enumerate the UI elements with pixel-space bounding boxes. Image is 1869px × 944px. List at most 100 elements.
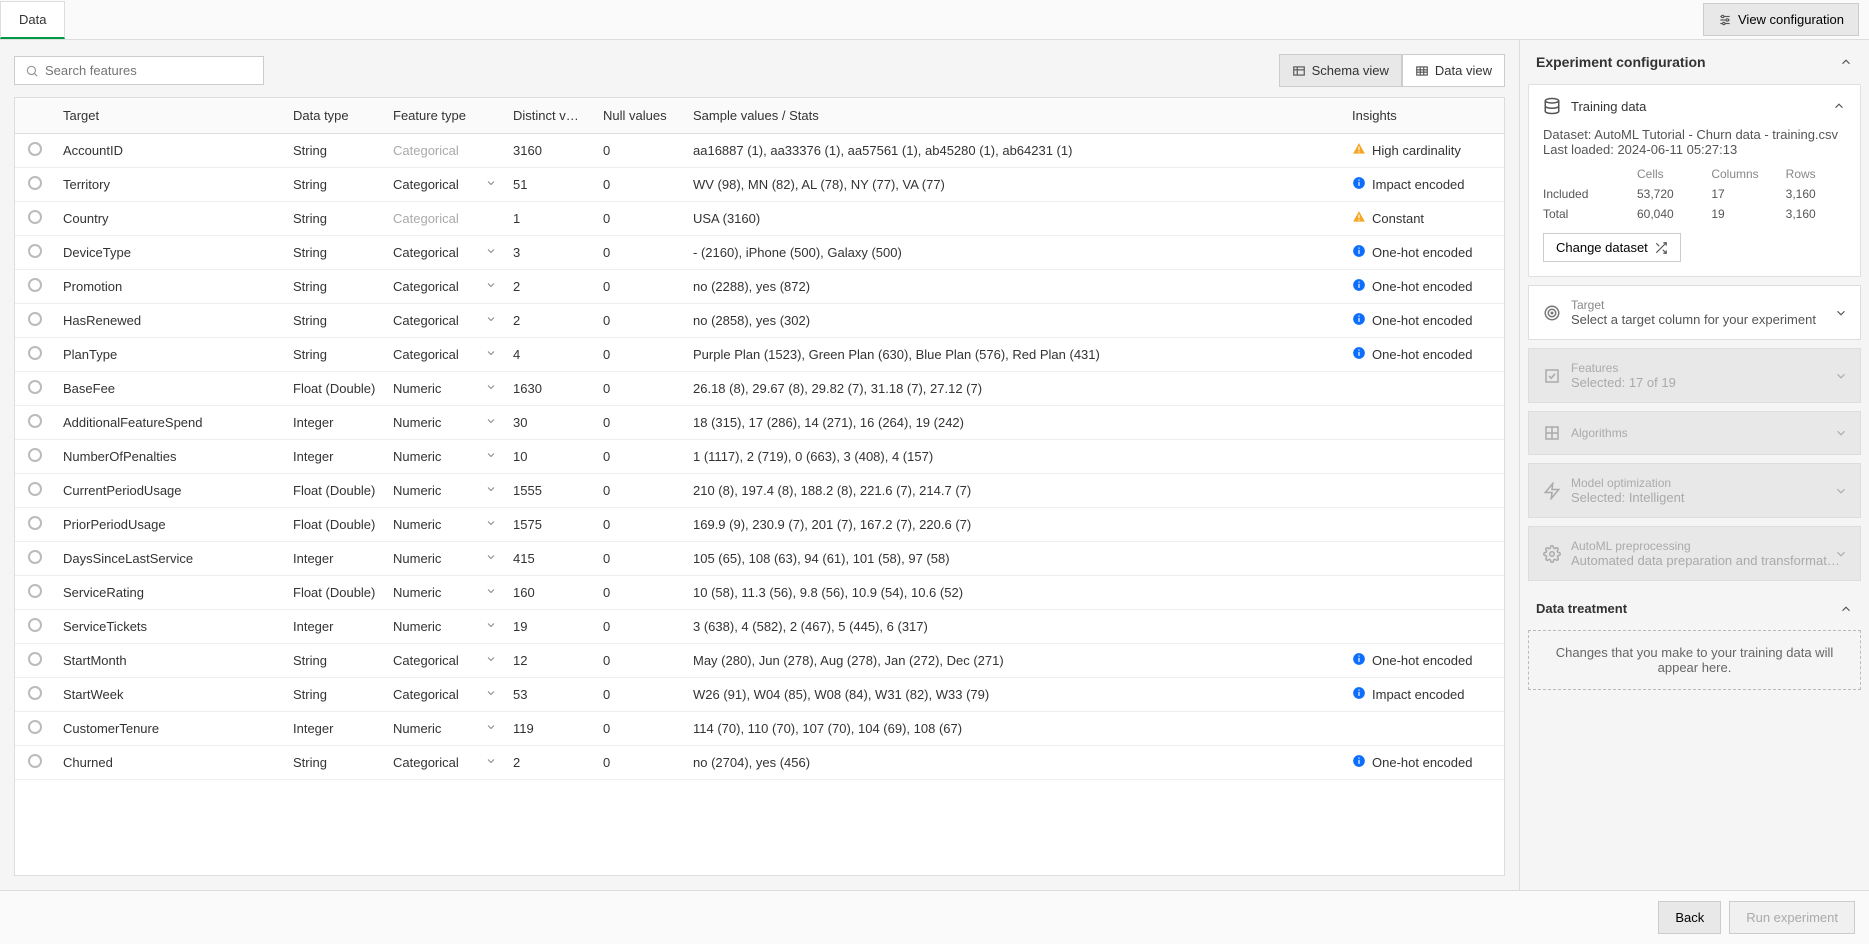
target-radio[interactable] (28, 754, 42, 768)
cell-name: DeviceType (55, 236, 285, 270)
target-section[interactable]: Target Select a target column for your e… (1528, 285, 1861, 340)
features-table[interactable]: Target Data type Feature type Distinct v… (14, 97, 1505, 876)
table-row[interactable]: ServiceTickets Integer Numeric 19 0 3 (6… (15, 610, 1504, 644)
cell-null: 0 (595, 576, 685, 610)
search-input[interactable] (45, 63, 253, 78)
training-data-head[interactable]: Training data (1529, 85, 1860, 127)
tab-data[interactable]: Data (0, 1, 65, 39)
table-row[interactable]: BaseFee Float (Double) Numeric 1630 0 26… (15, 372, 1504, 406)
cell-datatype: String (285, 134, 385, 168)
th-insights[interactable]: Insights (1344, 98, 1504, 134)
th-null[interactable]: Null values (595, 98, 685, 134)
feature-type-select[interactable]: Categorical (393, 245, 497, 260)
target-radio[interactable] (28, 720, 42, 734)
search-icon (25, 64, 39, 78)
table-row[interactable]: AdditionalFeatureSpend Integer Numeric 3… (15, 406, 1504, 440)
cell-datatype: Integer (285, 712, 385, 746)
target-radio[interactable] (28, 244, 42, 258)
feature-type-select[interactable]: Categorical (393, 653, 497, 668)
target-radio[interactable] (28, 380, 42, 394)
cell-null: 0 (595, 474, 685, 508)
feature-type-select[interactable]: Categorical (393, 687, 497, 702)
cell-null: 0 (595, 746, 685, 780)
feature-type-select[interactable]: Numeric (393, 619, 497, 634)
search-input-wrapper[interactable] (14, 56, 264, 85)
feature-type-select[interactable]: Numeric (393, 721, 497, 736)
target-radio[interactable] (28, 652, 42, 666)
table-row[interactable]: AccountID String Categorical 3160 0 aa16… (15, 134, 1504, 168)
target-radio[interactable] (28, 142, 42, 156)
target-radio[interactable] (28, 448, 42, 462)
target-radio[interactable] (28, 482, 42, 496)
feature-type-select[interactable]: Categorical (393, 177, 497, 192)
table-row[interactable]: Churned String Categorical 2 0 no (2704)… (15, 746, 1504, 780)
table-row[interactable]: StartWeek String Categorical 53 0 W26 (9… (15, 678, 1504, 712)
feature-type-select[interactable]: Categorical (393, 347, 497, 362)
target-radio[interactable] (28, 278, 42, 292)
th-sample[interactable]: Sample values / Stats (685, 98, 1344, 134)
th-datatype[interactable]: Data type (285, 98, 385, 134)
table-row[interactable]: StartMonth String Categorical 12 0 May (… (15, 644, 1504, 678)
change-dataset-button[interactable]: Change dataset (1543, 233, 1681, 262)
target-radio[interactable] (28, 584, 42, 598)
cell-null: 0 (595, 372, 685, 406)
training-data-card: Training data Dataset: AutoML Tutorial -… (1528, 84, 1861, 277)
feature-type-select[interactable]: Numeric (393, 415, 497, 430)
insight-text: One-hot encoded (1372, 245, 1472, 260)
table-row[interactable]: PriorPeriodUsage Float (Double) Numeric … (15, 508, 1504, 542)
table-row[interactable]: Promotion String Categorical 2 0 no (228… (15, 270, 1504, 304)
th-distinct[interactable]: Distinct v… (505, 98, 595, 134)
table-row[interactable]: PlanType String Categorical 4 0 Purple P… (15, 338, 1504, 372)
chevron-down-icon (485, 279, 497, 294)
target-radio[interactable] (28, 346, 42, 360)
cell-sample: May (280), Jun (278), Aug (278), Jan (27… (685, 644, 1344, 678)
info-icon (1352, 278, 1366, 295)
feature-type-select[interactable]: Numeric (393, 483, 497, 498)
table-row[interactable]: Country String Categorical 1 0 USA (3160… (15, 202, 1504, 236)
table-row[interactable]: NumberOfPenalties Integer Numeric 10 0 1… (15, 440, 1504, 474)
lightning-icon (1543, 482, 1561, 500)
stats-row-included: Included (1543, 187, 1623, 201)
data-view-button[interactable]: Data view (1402, 54, 1505, 87)
target-radio[interactable] (28, 414, 42, 428)
table-row[interactable]: DaysSinceLastService Integer Numeric 415… (15, 542, 1504, 576)
view-configuration-button[interactable]: View configuration (1703, 3, 1859, 36)
table-row[interactable]: CustomerTenure Integer Numeric 119 0 114… (15, 712, 1504, 746)
cell-insights: One-hot encoded (1344, 270, 1504, 304)
cell-distinct: 4 (505, 338, 595, 372)
feature-type-select[interactable]: Numeric (393, 551, 497, 566)
feature-type-select[interactable]: Categorical (393, 313, 497, 328)
schema-view-button[interactable]: Schema view (1279, 54, 1402, 87)
target-radio[interactable] (28, 210, 42, 224)
target-radio[interactable] (28, 312, 42, 326)
table-row[interactable]: DeviceType String Categorical 3 0 - (216… (15, 236, 1504, 270)
config-header[interactable]: Experiment configuration (1520, 40, 1869, 84)
back-button[interactable]: Back (1658, 901, 1721, 934)
feature-type-select[interactable]: Categorical (393, 755, 497, 770)
feature-type-select[interactable]: Numeric (393, 449, 497, 464)
feature-type-select: Categorical (393, 143, 497, 158)
cell-insights (1344, 406, 1504, 440)
cell-sample: W26 (91), W04 (85), W08 (84), W31 (82), … (685, 678, 1344, 712)
training-data-title: Training data (1571, 99, 1646, 114)
target-radio[interactable] (28, 686, 42, 700)
table-row[interactable]: Territory String Categorical 51 0 WV (98… (15, 168, 1504, 202)
feature-type-select[interactable]: Numeric (393, 381, 497, 396)
table-row[interactable]: HasRenewed String Categorical 2 0 no (28… (15, 304, 1504, 338)
table-row[interactable]: ServiceRating Float (Double) Numeric 160… (15, 576, 1504, 610)
feature-type-select[interactable]: Categorical (393, 279, 497, 294)
feature-type-select[interactable]: Numeric (393, 517, 497, 532)
target-radio[interactable] (28, 550, 42, 564)
th-feattype[interactable]: Feature type (385, 98, 505, 134)
data-treatment-header[interactable]: Data treatment (1520, 589, 1869, 622)
th-target[interactable]: Target (55, 98, 285, 134)
data-treatment-box: Changes that you make to your training d… (1528, 630, 1861, 690)
info-icon (1352, 686, 1366, 703)
cell-sample: no (2858), yes (302) (685, 304, 1344, 338)
target-radio[interactable] (28, 176, 42, 190)
target-radio[interactable] (28, 516, 42, 530)
target-radio[interactable] (28, 618, 42, 632)
cell-datatype: String (285, 168, 385, 202)
feature-type-select[interactable]: Numeric (393, 585, 497, 600)
table-row[interactable]: CurrentPeriodUsage Float (Double) Numeri… (15, 474, 1504, 508)
